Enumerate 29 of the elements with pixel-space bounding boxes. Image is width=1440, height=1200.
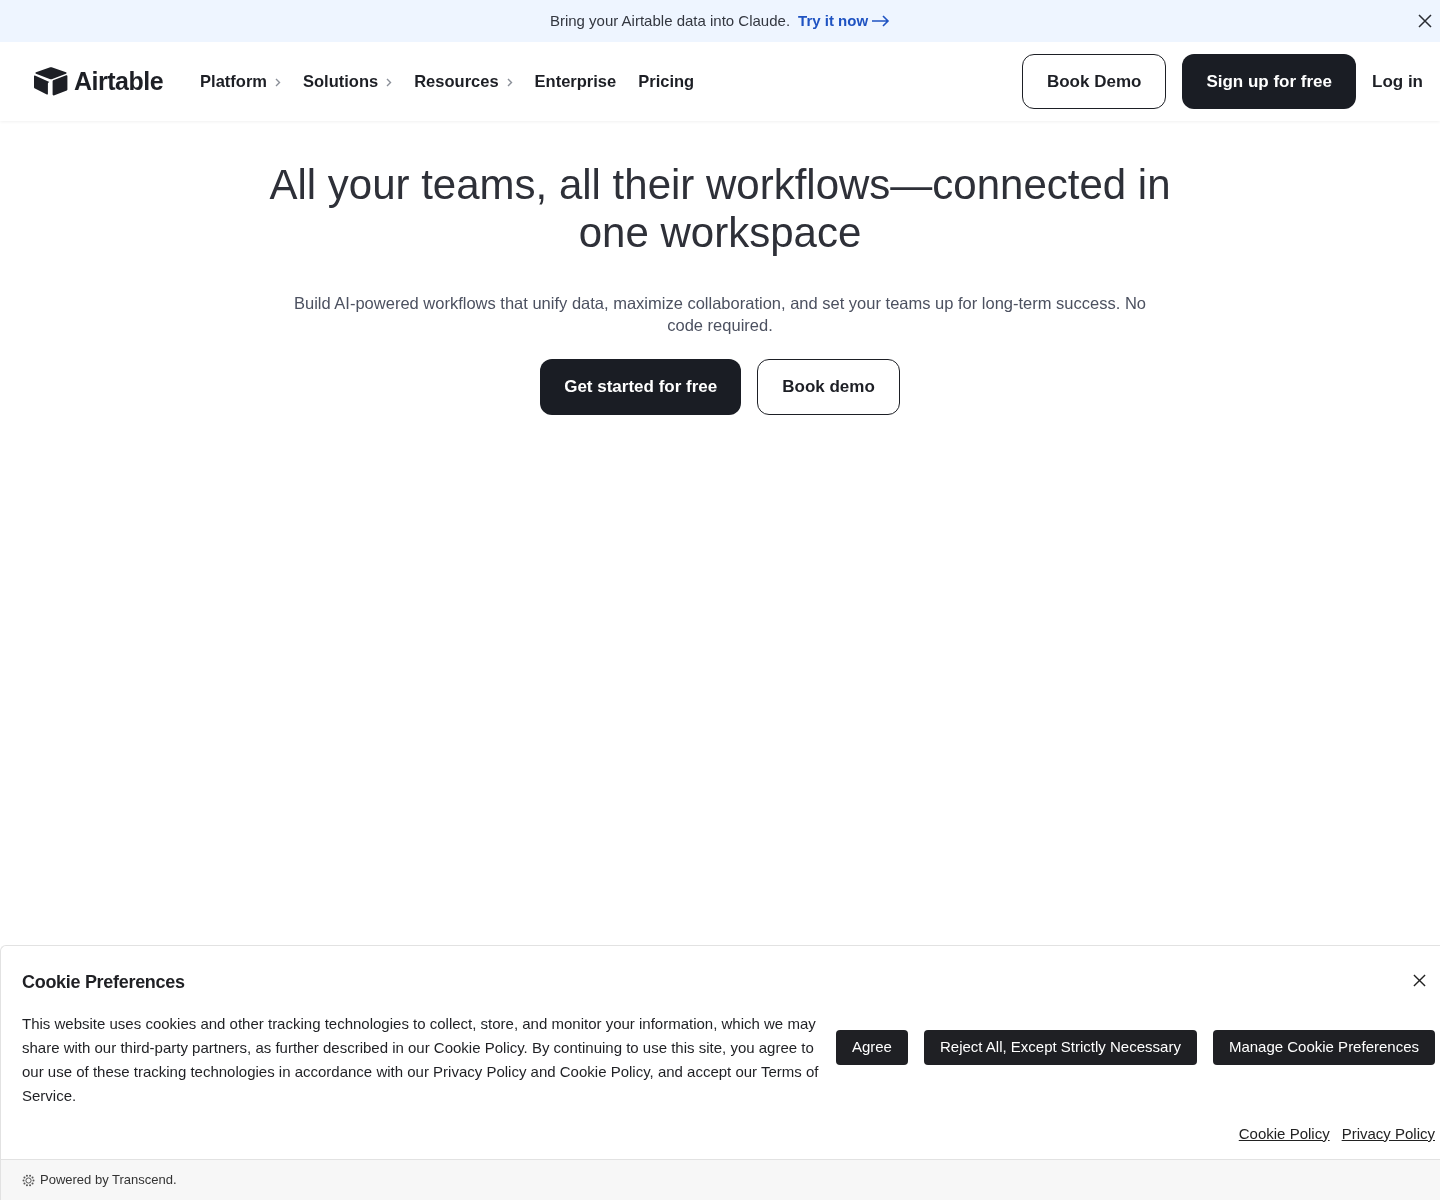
arrow-right-icon bbox=[872, 15, 891, 27]
announcement-text: Bring your Airtable data into Claude. bbox=[549, 10, 791, 31]
nav-menu-item[interactable]: Solutions bbox=[303, 69, 393, 94]
powered-by-text: Powered by Transcend. bbox=[40, 1171, 177, 1190]
cookie-button[interactable]: Agree bbox=[835, 1030, 908, 1065]
cookie-button[interactable]: Manage Cookie Preferences bbox=[1212, 1030, 1435, 1065]
cookie-button[interactable]: Reject All, Except Strictly Necessary bbox=[923, 1030, 1197, 1065]
header-button[interactable]: Sign up for free bbox=[1182, 54, 1356, 109]
hero-button[interactable]: Book demo bbox=[757, 359, 900, 415]
logo-wordmark: Airtable bbox=[74, 65, 164, 97]
nav-menu-item[interactable]: Resources bbox=[414, 69, 513, 94]
nav-menu-item[interactable]: Pricing bbox=[638, 69, 695, 94]
cookie-banner-text: This website uses cookies and other tracking technologies to collect, store, and monitor your information, which we may share with our third-party partners, as further described in our Cookie Policy. By continuing to use this site, you agree to our use of these tracking technologies in accordance with our Privacy Policy and Cookie Policy, and accept our Terms of Service. bbox=[22, 1014, 820, 1106]
airtable-logo[interactable]: Airtable bbox=[34, 62, 164, 101]
hero-subtitle: Build AI-powered workflows that unify data, maximize collaboration, and set your teams up for long-term success. No code required. bbox=[293, 293, 1147, 336]
log-in-link[interactable]: Log in bbox=[1372, 54, 1423, 109]
policy-link[interactable]: Privacy Policy bbox=[1341, 1122, 1435, 1145]
try-it-now-link[interactable]: Try it now bbox=[798, 9, 891, 33]
policy-link[interactable]: Cookie Policy bbox=[1238, 1122, 1330, 1145]
hero-button[interactable]: Get started for free bbox=[540, 359, 742, 415]
nav-menu-item[interactable]: Enterprise bbox=[534, 69, 617, 94]
hero-title: All your teams, all their workflows—connected in one workspace bbox=[268, 161, 1172, 257]
header-button[interactable]: Book Demo bbox=[1021, 54, 1167, 109]
dotted-ring-icon bbox=[22, 1173, 35, 1187]
close-button[interactable] bbox=[1417, 13, 1433, 29]
cookie-banner-title: Cookie Preferences bbox=[22, 971, 185, 994]
airtable-logo-icon bbox=[34, 67, 68, 96]
nav-menu-item[interactable]: Platform bbox=[200, 69, 282, 94]
close-button[interactable] bbox=[1412, 973, 1427, 988]
